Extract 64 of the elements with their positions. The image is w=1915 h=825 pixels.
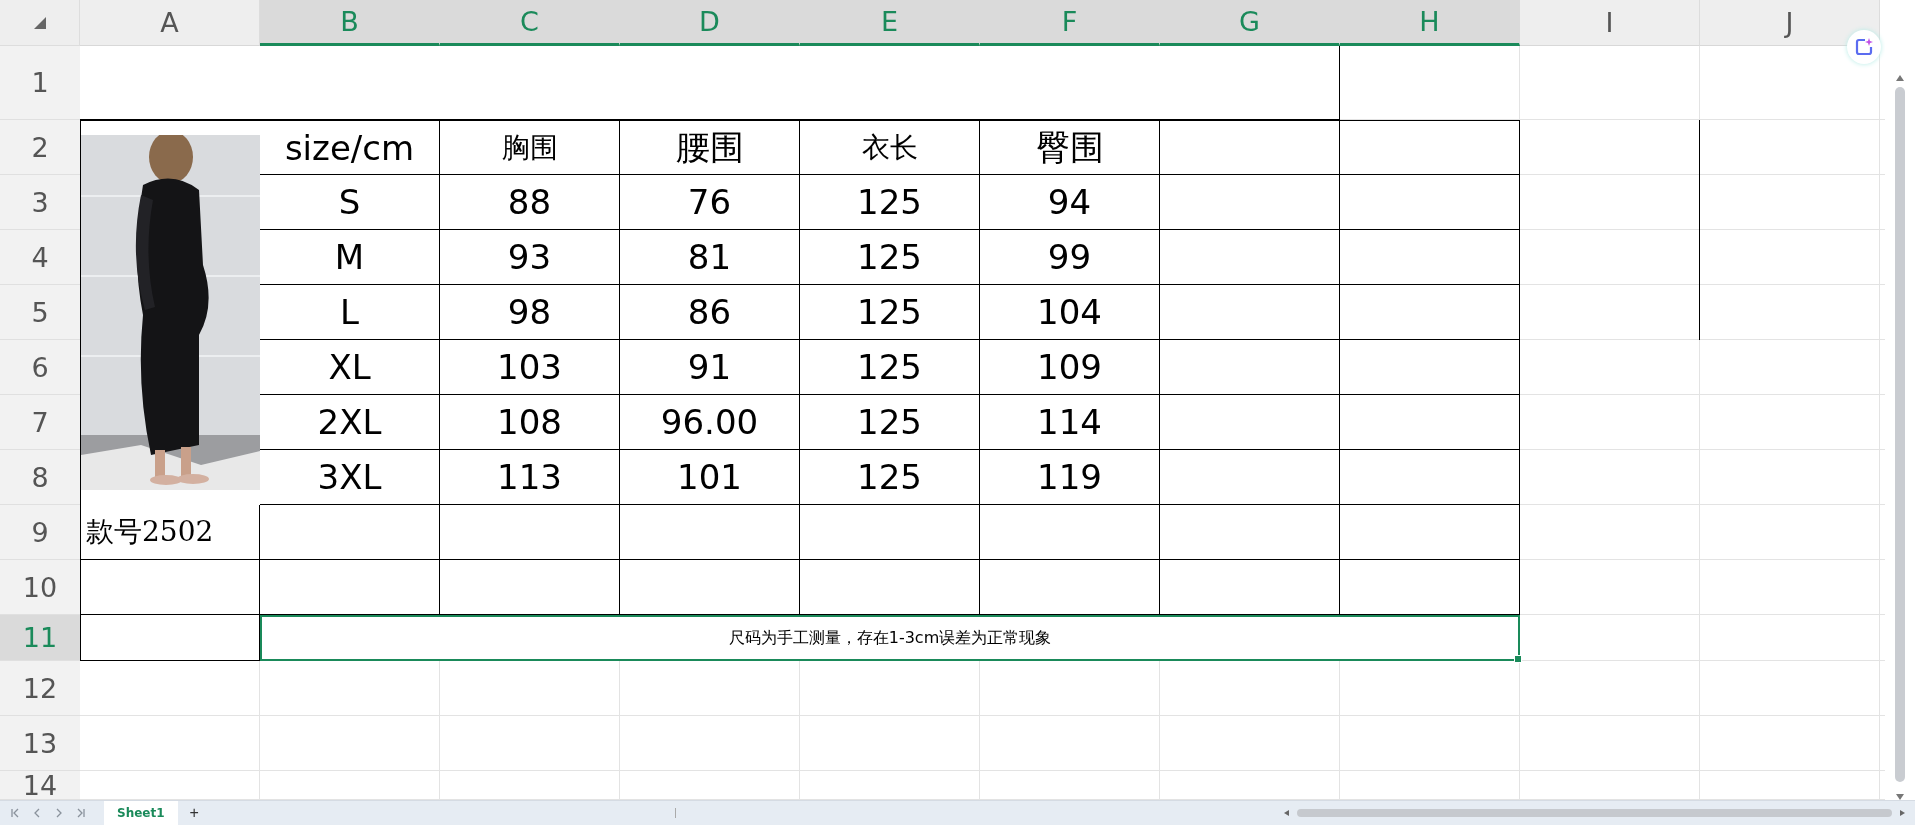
table-cell: 114 (980, 395, 1160, 450)
table-cell: 113 (440, 450, 620, 505)
column-heading: 胸围 (440, 120, 620, 175)
scroll-right-icon[interactable] (1900, 810, 1905, 816)
table-cell: 86 (620, 285, 800, 340)
table-cell: XL (260, 340, 440, 395)
row-header[interactable]: 10 (0, 560, 80, 615)
table-cell: 125 (800, 395, 980, 450)
table-cell: 125 (800, 340, 980, 395)
column-heading: size/cm (260, 120, 440, 175)
select-all-icon[interactable] (33, 16, 46, 29)
row-header[interactable]: 8 (0, 450, 80, 505)
ai-assistant-button[interactable] (1847, 30, 1881, 64)
table-cell: L (260, 285, 440, 340)
row-header[interactable]: 1 (0, 46, 80, 120)
table-cell: 125 (800, 175, 980, 230)
table-cell: 119 (980, 450, 1160, 505)
table-cell: S (260, 175, 440, 230)
column-heading: 腰围 (620, 120, 800, 175)
table-cell: 125 (800, 285, 980, 340)
row-header[interactable]: 9 (0, 505, 80, 560)
table-cell: 81 (620, 230, 800, 285)
column-header[interactable]: J (1700, 0, 1880, 46)
table-cell: 103 (440, 340, 620, 395)
fill-handle[interactable] (1514, 655, 1522, 663)
table-cell: 3XL (260, 450, 440, 505)
table-cell: 96.00 (620, 395, 800, 450)
table-cell: 109 (980, 340, 1160, 395)
table-cell: 2XL (260, 395, 440, 450)
column-heading: 衣长 (800, 120, 980, 175)
column-header[interactable]: I (1520, 0, 1700, 46)
table-cell: 98 (440, 285, 620, 340)
sheet-tab[interactable]: Sheet1 (104, 801, 178, 825)
table-cell: 76 (620, 175, 800, 230)
table-cell: 125 (800, 230, 980, 285)
table-cell: M (260, 230, 440, 285)
table-cell: 88 (440, 175, 620, 230)
table-cell: 125 (800, 450, 980, 505)
row-header[interactable]: 5 (0, 285, 80, 340)
sparkle-icon (1854, 37, 1874, 57)
table-cell: 93 (440, 230, 620, 285)
table-cell: 99 (980, 230, 1160, 285)
row-header[interactable]: 12 (0, 661, 80, 716)
row-header[interactable]: 13 (0, 716, 80, 771)
scroll-left-icon[interactable] (1284, 810, 1289, 816)
horizontal-scrollbar[interactable] (1297, 809, 1892, 817)
column-heading: 臀围 (980, 120, 1160, 175)
row-header[interactable]: 3 (0, 175, 80, 230)
table-cell: 104 (980, 285, 1160, 340)
table-cell: 101 (620, 450, 800, 505)
note-cell[interactable]: 尺码为手工测量，存在1-3cm误差为正常现象 (260, 615, 1520, 661)
scroll-up-icon[interactable] (1896, 75, 1904, 81)
table-cell: 91 (620, 340, 800, 395)
vertical-scrollbar[interactable] (1895, 87, 1905, 782)
row-header[interactable]: 2 (0, 120, 80, 175)
add-sheet-button[interactable]: + (185, 804, 203, 822)
style-number: 款号2502 (80, 505, 260, 560)
row-header[interactable]: 6 (0, 340, 80, 395)
row-header[interactable]: 14 (0, 771, 80, 800)
table-cell: 108 (440, 395, 620, 450)
row-header[interactable]: 4 (0, 230, 80, 285)
column-header[interactable]: A (80, 0, 260, 46)
row-header[interactable]: 7 (0, 395, 80, 450)
table-cell: 94 (980, 175, 1160, 230)
